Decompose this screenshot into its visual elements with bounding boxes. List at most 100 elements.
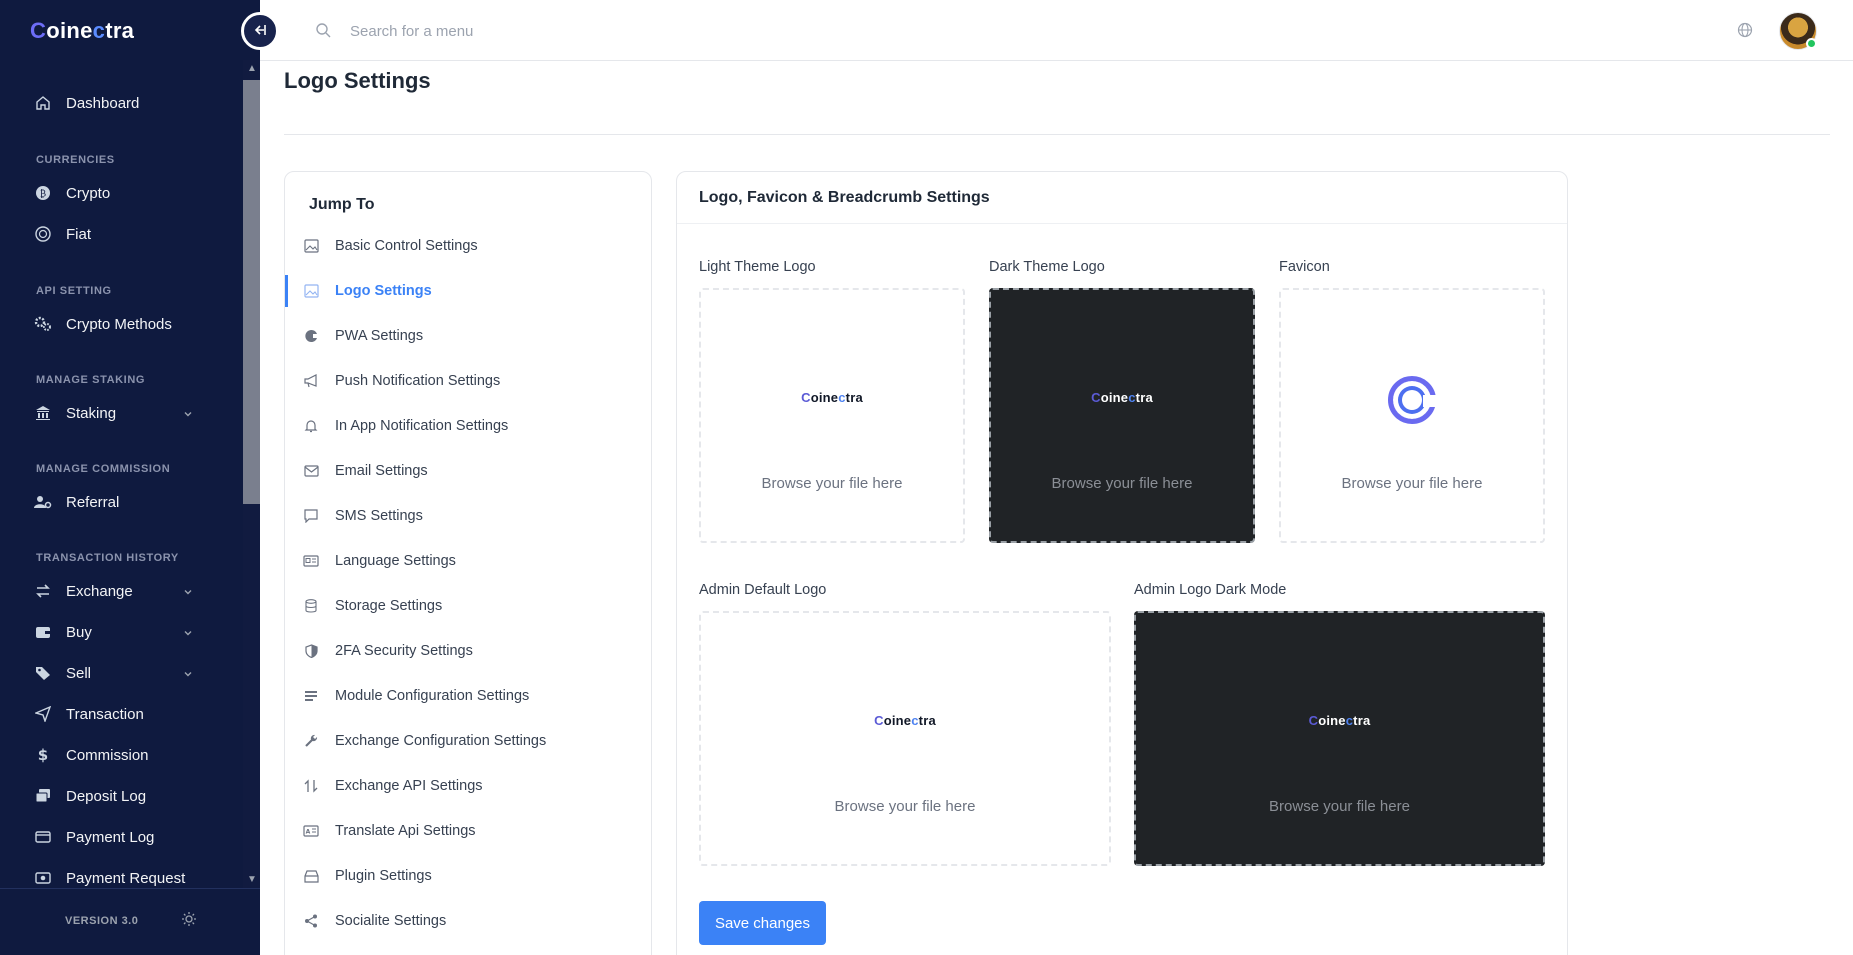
sidebar-item-commission[interactable]: $ Commission [0, 737, 243, 773]
section-currencies: CURRENCIES [36, 154, 115, 166]
jump-item-sms[interactable]: SMS Settings [285, 496, 651, 536]
light-theme-logo-label: Light Theme Logo [699, 259, 816, 275]
chevron-down-icon [183, 406, 193, 423]
sidebar-item-staking[interactable]: Staking [0, 395, 243, 431]
sidebar-item-deposit-log[interactable]: Deposit Log [0, 778, 243, 814]
section-api: API SETTING [36, 285, 112, 297]
image-icon [303, 283, 319, 299]
sun-icon[interactable] [181, 911, 197, 932]
jump-item-storage[interactable]: Storage Settings [285, 586, 651, 626]
chevron-down-icon [183, 584, 193, 601]
sidebar-item-crypto-methods[interactable]: Crypto Methods [0, 306, 243, 342]
admin-logo-preview: Coinectra [874, 713, 936, 728]
dark-logo-preview: Coinectra [1091, 390, 1153, 405]
credit-card-icon [34, 828, 52, 846]
dark-theme-logo-dropzone[interactable]: Coinectra Browse your file here [989, 288, 1255, 543]
jump-item-translate-api[interactable]: A Translate Api Settings [285, 811, 651, 851]
light-theme-logo-dropzone[interactable]: Coinectra Browse your file here [699, 288, 965, 543]
jump-item-exchange-configuration[interactable]: Exchange Configuration Settings [285, 721, 651, 761]
browse-file-text: Browse your file here [1341, 475, 1483, 492]
sidebar-item-fiat[interactable]: Fiat [0, 216, 243, 252]
jump-item-email[interactable]: Email Settings [285, 451, 651, 491]
translate-card-icon: A [303, 823, 319, 839]
favicon-dropzone[interactable]: Browse your file here [1279, 288, 1545, 543]
megaphone-icon [303, 373, 319, 389]
jump-item-pwa[interactable]: PWA Settings [285, 316, 651, 356]
jump-item-exchange-api[interactable]: Exchange API Settings [285, 766, 651, 806]
jump-item-push-notification[interactable]: Push Notification Settings [285, 361, 651, 401]
admin-logo-dark-mode-label: Admin Logo Dark Mode [1134, 582, 1287, 598]
tags-icon [34, 664, 52, 682]
jump-item-language[interactable]: Language Settings [285, 541, 651, 581]
chevron-down-icon [183, 625, 193, 642]
jump-item-2fa-security[interactable]: 2FA Security Settings [285, 631, 651, 671]
coin-icon [34, 225, 52, 243]
globe-icon[interactable] [1737, 22, 1753, 43]
browse-file-text: Browse your file here [834, 798, 976, 815]
user-avatar[interactable] [1779, 12, 1817, 50]
sidebar-item-referral[interactable]: Referral [0, 484, 243, 520]
scrollbar-thumb[interactable] [243, 80, 260, 504]
jump-to-card: Jump To Basic Control Settings Logo Sett… [284, 171, 652, 955]
dark-theme-logo-label: Dark Theme Logo [989, 259, 1105, 275]
sidebar-item-dashboard[interactable]: Dashboard [0, 85, 243, 121]
page-title: Logo Settings [284, 68, 431, 93]
bars-icon [303, 688, 319, 704]
brand-logo[interactable]: Coine c tra [30, 18, 134, 44]
jump-to-title: Jump To [309, 196, 375, 213]
send-icon [34, 705, 52, 723]
shield-icon [303, 643, 319, 659]
search-icon [315, 22, 331, 43]
browse-file-text: Browse your file here [1269, 798, 1410, 815]
jump-item-basic-control[interactable]: Basic Control Settings [285, 226, 651, 266]
sidebar-item-payment-log[interactable]: Payment Log [0, 819, 243, 855]
favicon-preview-icon [1388, 376, 1437, 424]
id-card-icon [303, 553, 319, 569]
admin-logo-dark-mode-dropzone[interactable]: Coinectra Browse your file here [1134, 611, 1545, 866]
browse-file-text: Browse your file here [761, 475, 903, 492]
online-status-dot [1806, 38, 1817, 49]
sidebar-item-sell[interactable]: Sell [0, 655, 243, 691]
admin-default-logo-label: Admin Default Logo [699, 582, 827, 598]
jump-item-plugin[interactable]: Plugin Settings [285, 856, 651, 896]
browse-file-text: Browse your file here [1051, 475, 1193, 492]
exchange-arrows-icon [34, 582, 52, 600]
jump-item-module-configuration[interactable]: Module Configuration Settings [285, 676, 651, 716]
section-commission: MANAGE COMMISSION [36, 463, 171, 475]
sidebar-item-exchange[interactable]: Exchange [0, 573, 243, 609]
svg-text:A: A [306, 829, 311, 836]
favicon-label: Favicon [1279, 259, 1330, 275]
section-staking: MANAGE STAKING [36, 374, 146, 386]
bitcoin-icon: ₿ [34, 184, 52, 202]
version-label: VERSION 3.0 [65, 915, 139, 927]
sidebar-footer: VERSION 3.0 [0, 888, 260, 955]
sidebar-collapse-button[interactable] [241, 12, 279, 50]
bell-icon [303, 418, 319, 434]
jump-item-logo[interactable]: Logo Settings [285, 271, 651, 311]
stacked-cards-icon [34, 787, 52, 805]
dollar-icon: $ [34, 746, 52, 764]
section-history: TRANSACTION HISTORY [36, 552, 179, 564]
search-input[interactable] [350, 18, 750, 44]
chevron-down-icon [183, 666, 193, 683]
admin-dark-logo-preview: Coinectra [1308, 713, 1371, 728]
jump-item-in-app-notification[interactable]: In App Notification Settings [285, 406, 651, 446]
sort-arrows-icon [303, 778, 319, 794]
sidebar-item-crypto[interactable]: ₿ Crypto [0, 175, 243, 211]
divider [284, 134, 1830, 135]
jump-item-socialite[interactable]: Socialite Settings [285, 901, 651, 941]
save-changes-button[interactable]: Save changes [699, 901, 826, 945]
card-header: Logo, Favicon & Breadcrumb Settings [677, 172, 1567, 224]
card-title: Logo, Favicon & Breadcrumb Settings [699, 189, 990, 206]
image-icon [303, 238, 319, 254]
sidebar-item-transaction[interactable]: Transaction [0, 696, 243, 732]
sidebar-item-buy[interactable]: Buy [0, 614, 243, 650]
user-cog-icon [34, 493, 52, 511]
sidebar-scrollbar[interactable]: ▲ ▼ [243, 60, 260, 888]
pwa-icon [303, 328, 319, 344]
admin-default-logo-dropzone[interactable]: Coinectra Browse your file here [699, 611, 1111, 866]
chat-icon [303, 508, 319, 524]
wrench-icon [303, 733, 319, 749]
scroll-up-icon[interactable]: ▲ [247, 63, 257, 74]
scroll-down-icon[interactable]: ▼ [247, 874, 257, 885]
